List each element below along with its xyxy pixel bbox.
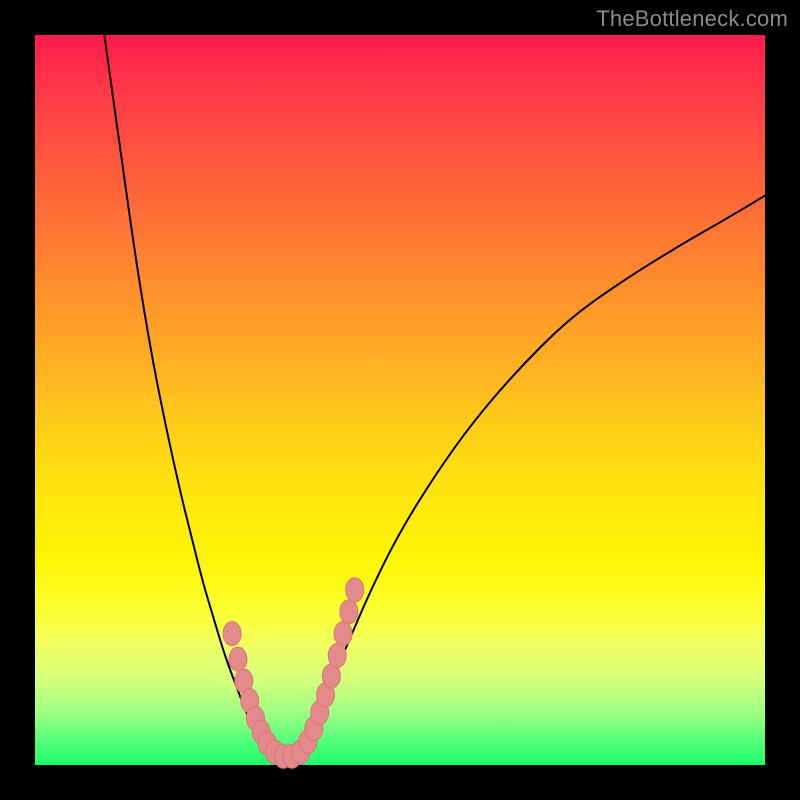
chart-frame: TheBottleneck.com bbox=[0, 0, 800, 800]
data-marker bbox=[328, 644, 346, 668]
data-marker bbox=[346, 578, 364, 602]
left-curve bbox=[104, 35, 268, 754]
curve-layer bbox=[35, 35, 765, 765]
plot-area bbox=[35, 35, 765, 765]
data-marker bbox=[334, 622, 352, 646]
right-curve bbox=[298, 196, 765, 754]
watermark-text: TheBottleneck.com bbox=[596, 6, 788, 32]
data-marker bbox=[229, 647, 247, 671]
data-markers bbox=[223, 578, 364, 768]
data-marker bbox=[223, 622, 241, 646]
data-marker bbox=[340, 600, 358, 624]
